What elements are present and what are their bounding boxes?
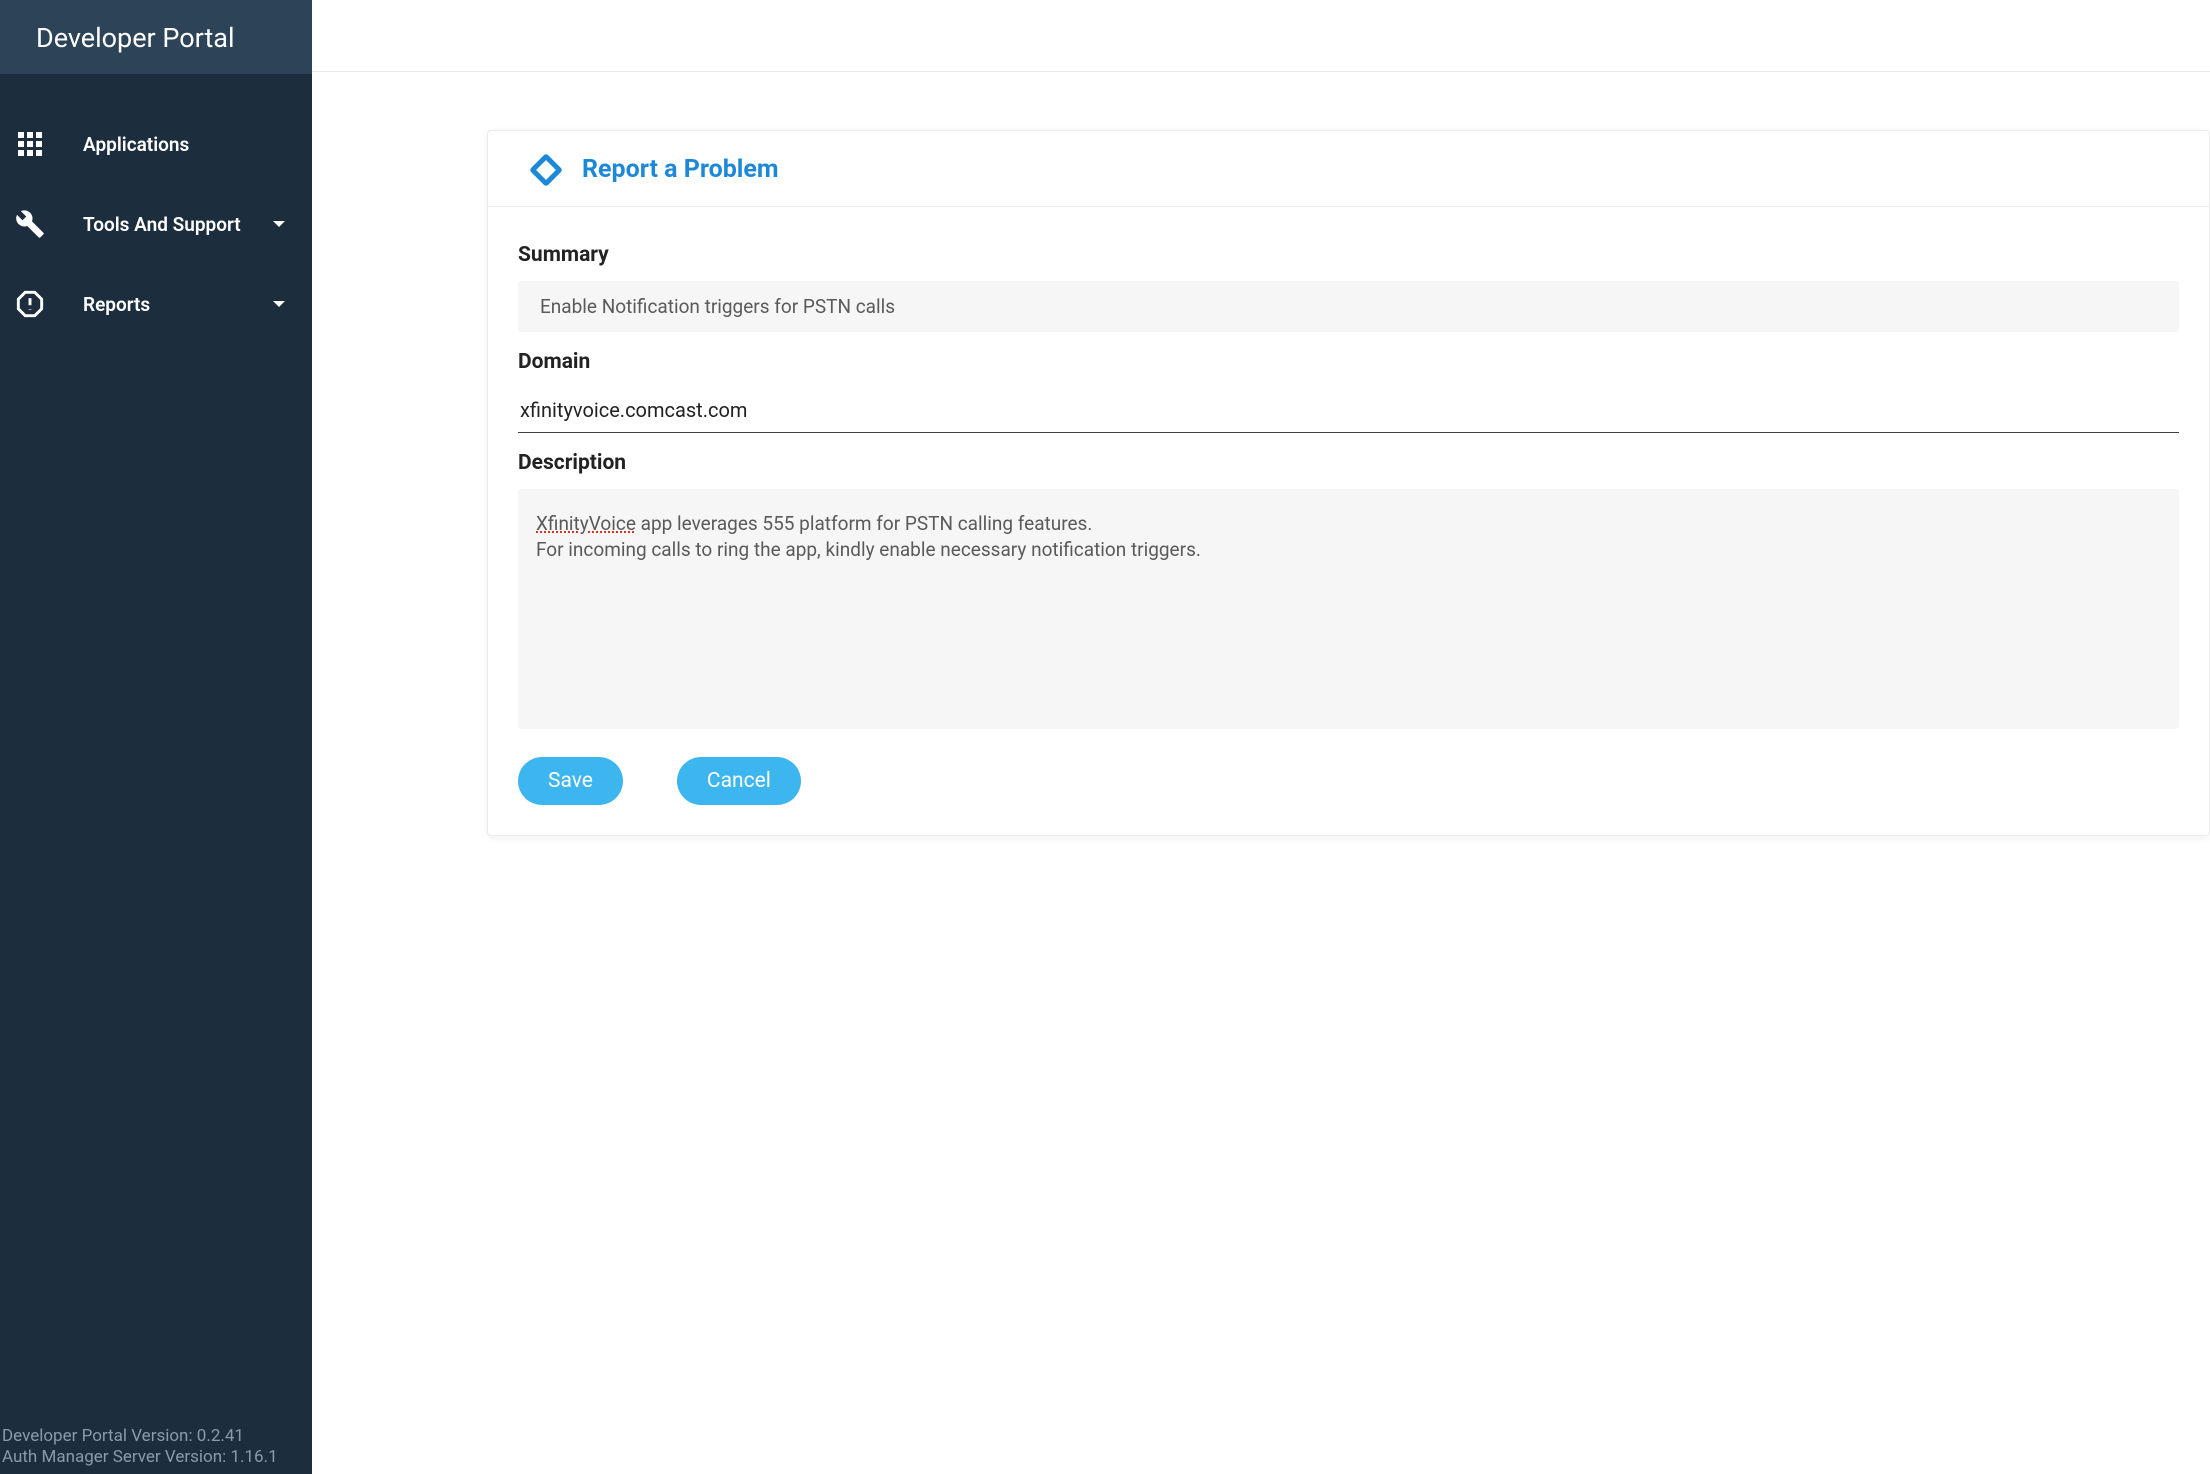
diamond-icon: [526, 150, 566, 190]
description-text: app leverages 555 platform for PSTN call…: [636, 512, 1092, 535]
sidebar: Developer Portal Applications: [0, 0, 312, 1474]
domain-label: Domain: [518, 350, 2179, 374]
description-text: For incoming calls to ring the app, kind…: [536, 538, 1201, 561]
version-line: Developer Portal Version: 0.2.41: [2, 1426, 310, 1447]
alert-icon: [15, 289, 45, 319]
main-content: Report a Problem Summary Domain Descript…: [312, 0, 2210, 1474]
report-problem-card: Report a Problem Summary Domain Descript…: [487, 130, 2210, 836]
card-header: Report a Problem: [488, 131, 2209, 207]
spellcheck-word: XfinityVoice: [536, 512, 636, 535]
sidebar-item-label: Reports: [83, 293, 273, 316]
sidebar-nav: Applications Tools And Support: [0, 74, 312, 1420]
sidebar-header: Developer Portal: [0, 0, 312, 74]
form-group-domain: Domain: [518, 350, 2179, 433]
summary-input[interactable]: [518, 281, 2179, 332]
version-line: Auth Manager Server Version: 1.16.1: [2, 1447, 310, 1468]
sidebar-item-reports[interactable]: Reports: [0, 264, 312, 344]
chevron-down-icon: [273, 301, 285, 307]
sidebar-footer: Developer Portal Version: 0.2.41 Auth Ma…: [0, 1420, 312, 1474]
cancel-button[interactable]: Cancel: [677, 757, 801, 805]
sidebar-item-tools-and-support[interactable]: Tools And Support: [0, 184, 312, 264]
card-title: Report a Problem: [582, 155, 779, 184]
button-row: Save Cancel: [518, 757, 2179, 805]
content-area: Report a Problem Summary Domain Descript…: [312, 72, 2210, 836]
app-title: Developer Portal: [18, 22, 294, 54]
sidebar-item-applications[interactable]: Applications: [0, 104, 312, 184]
summary-label: Summary: [518, 243, 2179, 267]
topbar: [312, 0, 2210, 72]
card-body: Summary Domain Description XfinityVoice …: [488, 207, 2209, 835]
grid-icon: [15, 129, 45, 159]
form-group-summary: Summary: [518, 243, 2179, 332]
sidebar-item-label: Tools And Support: [83, 213, 273, 236]
description-textarea[interactable]: XfinityVoice app leverages 555 platform …: [518, 489, 2179, 729]
description-label: Description: [518, 451, 2179, 475]
save-button[interactable]: Save: [518, 757, 623, 805]
form-group-description: Description XfinityVoice app leverages 5…: [518, 451, 2179, 729]
domain-input[interactable]: [518, 388, 2179, 433]
chevron-down-icon: [273, 221, 285, 227]
wrench-icon: [15, 209, 45, 239]
sidebar-item-label: Applications: [83, 133, 297, 156]
